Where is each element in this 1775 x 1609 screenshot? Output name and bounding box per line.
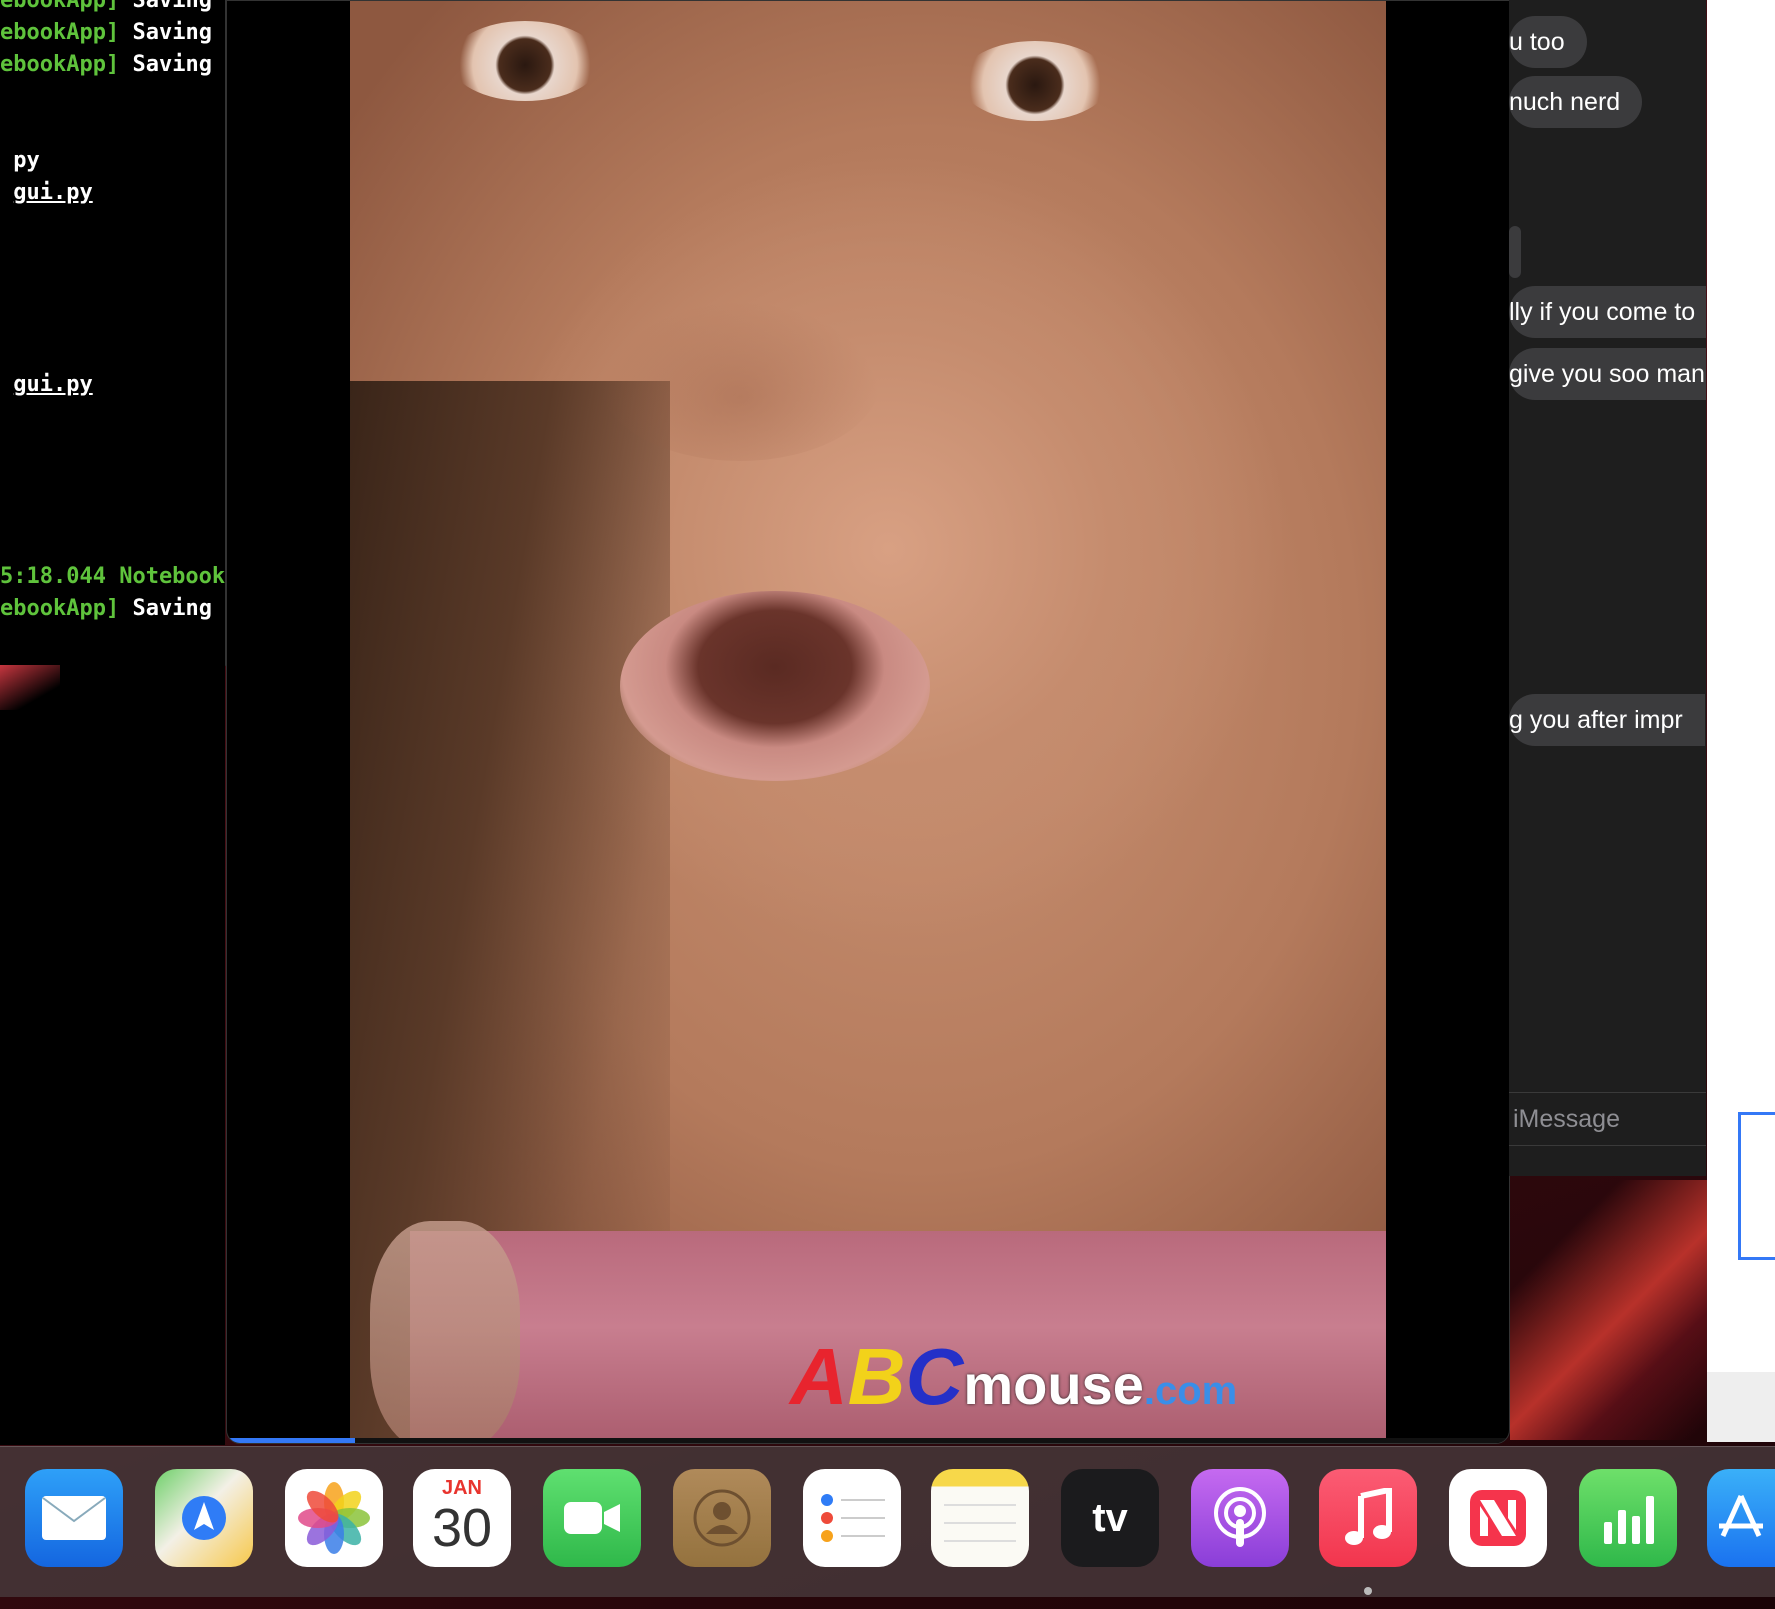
dock: JAN 30 tv <box>0 1446 1775 1597</box>
terminal-line: 5:18.044 Notebook <box>0 564 226 589</box>
numbers-icon[interactable] <box>1579 1469 1677 1567</box>
terminal-line: ebookApp] Saving <box>0 52 212 77</box>
terminal-window[interactable]: ebookApp] Saving ebookApp] Saving ebookA… <box>0 0 226 666</box>
terminal-line: ebookApp] Saving <box>0 20 212 45</box>
contacts-icon[interactable] <box>673 1469 771 1567</box>
calendar-day: 30 <box>431 1498 493 1558</box>
video-frame[interactable]: ABCmouse.com <box>350 1 1386 1443</box>
video-progress-bar[interactable] <box>227 1438 1509 1443</box>
calendar-icon[interactable]: JAN 30 <box>413 1469 511 1567</box>
video-progress-fill <box>227 1438 356 1443</box>
terminal-line: gui.py <box>13 180 93 205</box>
reminders-icon[interactable] <box>803 1469 901 1567</box>
tv-label: tv <box>1092 1495 1128 1540</box>
message-bubble: nuch nerd <box>1509 76 1643 128</box>
focused-field[interactable] <box>1738 1112 1775 1260</box>
terminal-line: ebookApp] Saving <box>0 0 212 13</box>
wallpaper-streak <box>0 665 60 710</box>
running-indicator <box>1364 1587 1372 1595</box>
mail-icon[interactable] <box>25 1469 123 1567</box>
news-icon[interactable] <box>1449 1469 1547 1567</box>
terminal-line: py <box>0 148 40 173</box>
music-icon[interactable] <box>1319 1469 1417 1567</box>
imessage-placeholder: iMessage <box>1513 1105 1620 1133</box>
video-right-eye <box>960 41 1110 121</box>
white-window-footer <box>1707 1372 1775 1442</box>
background-window <box>0 665 225 1445</box>
message-bubble <box>1509 226 1521 278</box>
message-bubble: give you soo man <box>1509 348 1706 400</box>
notes-icon[interactable] <box>931 1469 1029 1567</box>
photos-icon[interactable] <box>285 1469 383 1567</box>
terminal-line: gui.py <box>13 372 93 397</box>
video-hand <box>370 1221 520 1443</box>
facetime-icon[interactable] <box>543 1469 641 1567</box>
message-bubble: lly if you come to <box>1509 286 1706 338</box>
message-bubble: u too <box>1509 16 1587 68</box>
video-mouth <box>620 591 930 781</box>
terminal-line: ebookApp] Saving <box>0 596 212 621</box>
video-player-window[interactable]: ABCmouse.com <box>226 0 1510 1444</box>
imessage-input[interactable]: iMessage <box>1509 1092 1706 1146</box>
app-store-icon[interactable] <box>1707 1469 1775 1567</box>
tv-icon[interactable]: tv <box>1061 1469 1159 1567</box>
video-nose <box>600 301 880 461</box>
abcmouse-logo: ABCmouse.com <box>790 1332 1238 1421</box>
video-left-eye <box>450 21 600 101</box>
messages-window[interactable]: u too nuch nerd lly if you come to give … <box>1509 0 1706 1176</box>
message-bubble: g you after impr <box>1509 694 1705 746</box>
maps-icon[interactable] <box>155 1469 253 1567</box>
podcasts-icon[interactable] <box>1191 1469 1289 1567</box>
